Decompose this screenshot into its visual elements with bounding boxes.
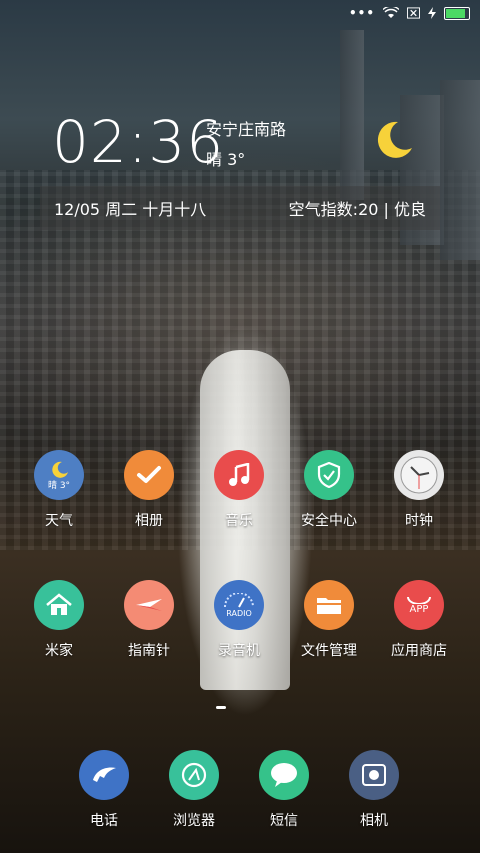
page-indicator[interactable] [216, 706, 226, 709]
folder-icon [304, 580, 354, 630]
clock-icon [394, 450, 444, 500]
shield-icon [304, 450, 354, 500]
app-label: 电话 [90, 813, 118, 829]
app-security-center[interactable]: 安全中心 [284, 450, 374, 530]
app-label: 音乐 [225, 513, 253, 529]
battery-icon [444, 6, 470, 20]
app-label: 安全中心 [301, 513, 357, 529]
gallery-icon [124, 450, 174, 500]
crescent-moon-icon [377, 121, 412, 158]
app-label: 录音机 [218, 643, 260, 659]
app-app-store[interactable]: APP 应用商店 [374, 580, 464, 660]
app-store-icon: APP [394, 580, 444, 630]
app-label: 相机 [360, 813, 388, 829]
location-label: 安宁庄南路 [206, 120, 287, 139]
app-label: 应用商店 [391, 643, 447, 659]
weather-summary: 晴 3° [206, 150, 246, 169]
bolt-icon [428, 7, 436, 19]
message-icon [259, 750, 309, 800]
phone-icon [79, 750, 129, 800]
music-icon [214, 450, 264, 500]
weather-icon: 晴 3° [34, 450, 84, 500]
app-label: 文件管理 [301, 643, 357, 659]
dock-browser[interactable]: 浏览器 [149, 750, 239, 830]
clock-time[interactable]: 02:36 [52, 108, 224, 176]
dock-camera[interactable]: 相机 [329, 750, 419, 830]
air-quality-label: 空气指数:20 | 优良 [288, 200, 426, 219]
app-gallery[interactable]: 相册 [104, 450, 194, 530]
camera-icon [349, 750, 399, 800]
app-label: 天气 [45, 513, 73, 529]
app-label: 时钟 [405, 513, 433, 529]
home-icon [34, 580, 84, 630]
app-weather[interactable]: 晴 3° 天气 [14, 450, 104, 530]
app-label: 米家 [45, 643, 73, 659]
app-compass[interactable]: 指南针 [104, 580, 194, 660]
app-music[interactable]: 音乐 [194, 450, 284, 530]
status-bar: ••• [0, 0, 480, 26]
date-label: 12/05 周二 十月十八 [54, 200, 207, 219]
app-recorder[interactable]: RADIO 录音机 [194, 580, 284, 660]
notification-dots: ••• [348, 6, 375, 20]
app-clock[interactable]: 时钟 [374, 450, 464, 530]
wallpaper-skyscraper [440, 80, 480, 260]
app-label: 指南针 [128, 643, 170, 659]
app-label: 浏览器 [173, 813, 215, 829]
app-file-manager[interactable]: 文件管理 [284, 580, 374, 660]
app-label: 相册 [135, 513, 163, 529]
dock-messages[interactable]: 短信 [239, 750, 329, 830]
dock-phone[interactable]: 电话 [59, 750, 149, 830]
app-label: 短信 [270, 813, 298, 829]
browser-icon [169, 750, 219, 800]
radio-icon: RADIO [214, 580, 264, 630]
app-mijia[interactable]: 米家 [14, 580, 104, 660]
wallpaper-skyscraper [340, 30, 364, 200]
sim-x-icon [407, 7, 420, 19]
compass-icon [124, 580, 174, 630]
date-band[interactable]: 12/05 周二 十月十八 空气指数:20 | 优良 [40, 186, 440, 230]
wifi-icon [383, 7, 399, 18]
